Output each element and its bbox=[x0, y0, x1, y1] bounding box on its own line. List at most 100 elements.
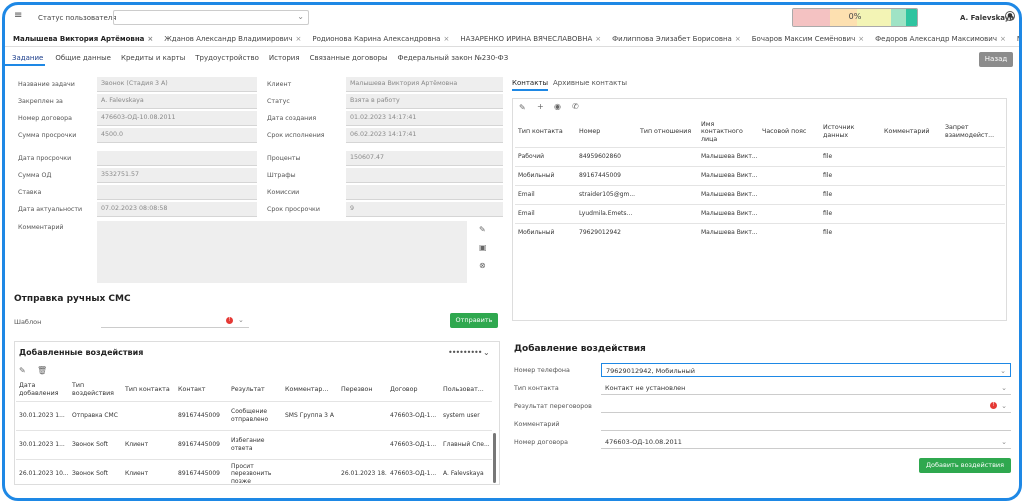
table-row[interactable]: Мобильный 79629012942 Малышева Викт... file bbox=[515, 222, 1005, 242]
table-row[interactable]: Мобильный 89167445009 Малышева Викт... file bbox=[515, 165, 1005, 185]
table-header[interactable]: Тип воздействия bbox=[69, 379, 122, 401]
table-header[interactable]: Пользоват... bbox=[440, 379, 492, 401]
form-value[interactable] bbox=[97, 151, 257, 166]
form-value[interactable]: 476603-ОД-10.08.2011 bbox=[97, 111, 257, 126]
form-value[interactable] bbox=[97, 185, 257, 200]
close-icon[interactable]: × bbox=[1000, 35, 1006, 43]
table-cell: Lyudmila.Emets... bbox=[576, 203, 637, 223]
close-icon[interactable]: × bbox=[595, 35, 601, 43]
tab-archive-contacts[interactable]: Архивные контакты bbox=[553, 79, 627, 87]
close-icon[interactable]: × bbox=[147, 35, 153, 43]
form-value[interactable]: Малышева Виктория Артёмовна bbox=[346, 77, 503, 92]
table-row[interactable]: Email straider105@gm... Малышева Викт... fi… bbox=[515, 184, 1005, 204]
table-row[interactable]: 30.01.2023 1... Отправка СМС 89167445009 Со… bbox=[16, 400, 492, 430]
back-button[interactable]: Назад bbox=[979, 52, 1013, 67]
table-cell: file bbox=[820, 184, 881, 204]
table-header[interactable]: Результат bbox=[228, 379, 282, 401]
table-row[interactable]: Email Lyudmila.Emets... Малышева Викт... fi… bbox=[515, 203, 1005, 223]
field-label: Номер договора bbox=[514, 439, 568, 446]
pencil-icon[interactable]: ✎ bbox=[479, 225, 486, 234]
client-tab[interactable]: НАЗАРЕНКО ИРИНА ВЯЧЕСЛАВОВНА × bbox=[452, 33, 604, 46]
send-sms-button[interactable]: Отправить bbox=[450, 313, 498, 328]
section-tab[interactable]: Кредиты и карты bbox=[114, 52, 185, 66]
save-icon[interactable]: ▣ bbox=[479, 243, 487, 252]
section-tab[interactable]: Федеральный закон №230-ФЗ bbox=[391, 52, 509, 66]
close-icon[interactable]: × bbox=[858, 35, 864, 43]
table-header[interactable]: Перезвон bbox=[338, 379, 387, 401]
section-tab[interactable]: Связанные договоры bbox=[303, 52, 388, 66]
form-value[interactable]: 06.02.2023 14:17:41 bbox=[346, 128, 503, 143]
client-tab[interactable]: МОСКОВСКИХ МИХАИЛ ИВАНОВИЧ× bbox=[1009, 33, 1019, 46]
section-tab[interactable]: История bbox=[262, 52, 300, 66]
section-tab[interactable]: Трудоустройство bbox=[188, 52, 259, 66]
client-tab[interactable]: Малышева Виктория Артёмовна × bbox=[5, 33, 156, 46]
field-input[interactable]: 476603-ОД-10.08.2011 ⌄ bbox=[601, 435, 1011, 449]
cancel-icon[interactable]: ⊗ bbox=[479, 261, 486, 270]
field-input[interactable] bbox=[601, 417, 1011, 431]
field-input[interactable]: ⌄! bbox=[601, 399, 1011, 413]
eye-icon[interactable]: ◉ bbox=[554, 102, 561, 111]
table-header[interactable]: Имя контактного лица bbox=[698, 117, 759, 147]
table-header[interactable]: Часовой пояс bbox=[759, 117, 820, 147]
form-value[interactable]: Взята в работу bbox=[346, 94, 503, 109]
table-scrollbar[interactable] bbox=[493, 433, 496, 483]
table-row[interactable]: Рабочий 84959602860 Малышева Викт... file bbox=[515, 146, 1005, 166]
table-cell: Email bbox=[515, 184, 576, 204]
contacts-table: Тип контакта Номер Тип отношения Имя контак… bbox=[515, 117, 1005, 242]
more-options-icon[interactable]: ••••••••• ⌄ bbox=[448, 348, 490, 357]
close-icon[interactable]: × bbox=[296, 35, 302, 43]
field-input[interactable]: 79629012942, Мобильный ⌄ bbox=[601, 363, 1011, 377]
form-value[interactable]: Звонок (Стадия 3 А) bbox=[97, 77, 257, 92]
client-tab-label: Родионова Карина Александровна bbox=[312, 35, 441, 43]
table-row[interactable]: 26.01.2023 10... Звонок Soft Клиент 8916744… bbox=[16, 458, 492, 488]
chevron-down-icon: ⌄ bbox=[1000, 367, 1006, 375]
pencil-icon[interactable]: ✎ bbox=[19, 366, 26, 375]
table-header[interactable]: Запрет взаимодейст... bbox=[942, 117, 1005, 147]
form-value[interactable]: A. Falevskaya bbox=[97, 94, 257, 109]
add-action-button[interactable]: Добавить воздействия bbox=[919, 458, 1011, 473]
trash-icon[interactable]: 🗑 bbox=[37, 366, 47, 375]
table-header[interactable]: Тип контакта bbox=[515, 117, 576, 147]
hamburger-menu-icon[interactable]: ≡ bbox=[14, 10, 22, 21]
client-tab[interactable]: Жданов Александр Владимирович × bbox=[156, 33, 304, 46]
pencil-icon[interactable]: ✎ bbox=[519, 103, 526, 112]
table-header[interactable]: Комментар... bbox=[282, 379, 338, 401]
client-tab[interactable]: Родионова Карина Александровна × bbox=[304, 33, 452, 46]
field-value: Контакт не установлен bbox=[605, 384, 686, 392]
table-row[interactable]: 30.01.2023 1... Звонок Soft Клиент 89167445… bbox=[16, 429, 492, 459]
table-header[interactable]: Комментарий bbox=[881, 117, 942, 147]
table-header[interactable]: Договор bbox=[387, 379, 440, 401]
table-header[interactable]: Дата добавления bbox=[16, 379, 69, 401]
form-value[interactable]: 07.02.2023 08:08:58 bbox=[97, 202, 257, 217]
user-account-icon[interactable]: ● bbox=[1005, 11, 1015, 21]
field-input[interactable]: Контакт не установлен ⌄ bbox=[601, 381, 1011, 395]
form-value[interactable] bbox=[346, 168, 503, 183]
table-header[interactable]: Источник данных bbox=[820, 117, 881, 147]
section-tab[interactable]: Общие данные bbox=[48, 52, 111, 66]
table-cell: Сообщение отправлено bbox=[228, 400, 282, 430]
table-header[interactable]: Контакт bbox=[175, 379, 228, 401]
table-header[interactable]: Тип отношения bbox=[637, 117, 698, 147]
template-select[interactable]: ! ⌄ bbox=[101, 313, 249, 328]
user-status-select[interactable]: ⌄ bbox=[113, 10, 309, 25]
phone-icon[interactable]: ✆ bbox=[572, 102, 579, 111]
client-tab[interactable]: Филиппова Элизабет Борисовна × bbox=[604, 33, 744, 46]
form-value[interactable]: 4500.0 bbox=[97, 128, 257, 143]
plus-icon[interactable]: + bbox=[537, 102, 544, 111]
close-icon[interactable]: × bbox=[735, 35, 741, 43]
table-cell: Клиент bbox=[122, 458, 175, 488]
comment-textarea[interactable] bbox=[97, 221, 467, 283]
form-value[interactable]: 01.02.2023 14:17:41 bbox=[346, 111, 503, 126]
tab-contacts[interactable]: Контакты bbox=[512, 79, 549, 91]
form-value[interactable]: 150607.47 bbox=[346, 151, 503, 166]
progress-label: 0% bbox=[848, 12, 862, 21]
form-value[interactable]: 9 bbox=[346, 202, 503, 217]
client-tab[interactable]: Федоров Александр Максимович × bbox=[867, 33, 1009, 46]
form-value[interactable]: 3532751.57 bbox=[97, 168, 257, 183]
client-tab[interactable]: Бочаров Максим Семёнович × bbox=[744, 33, 867, 46]
close-icon[interactable]: × bbox=[443, 35, 449, 43]
table-header[interactable]: Номер bbox=[576, 117, 637, 147]
form-value[interactable] bbox=[346, 185, 503, 200]
section-tab[interactable]: Задание bbox=[5, 52, 46, 66]
table-header[interactable]: Тип контакта bbox=[122, 379, 175, 401]
